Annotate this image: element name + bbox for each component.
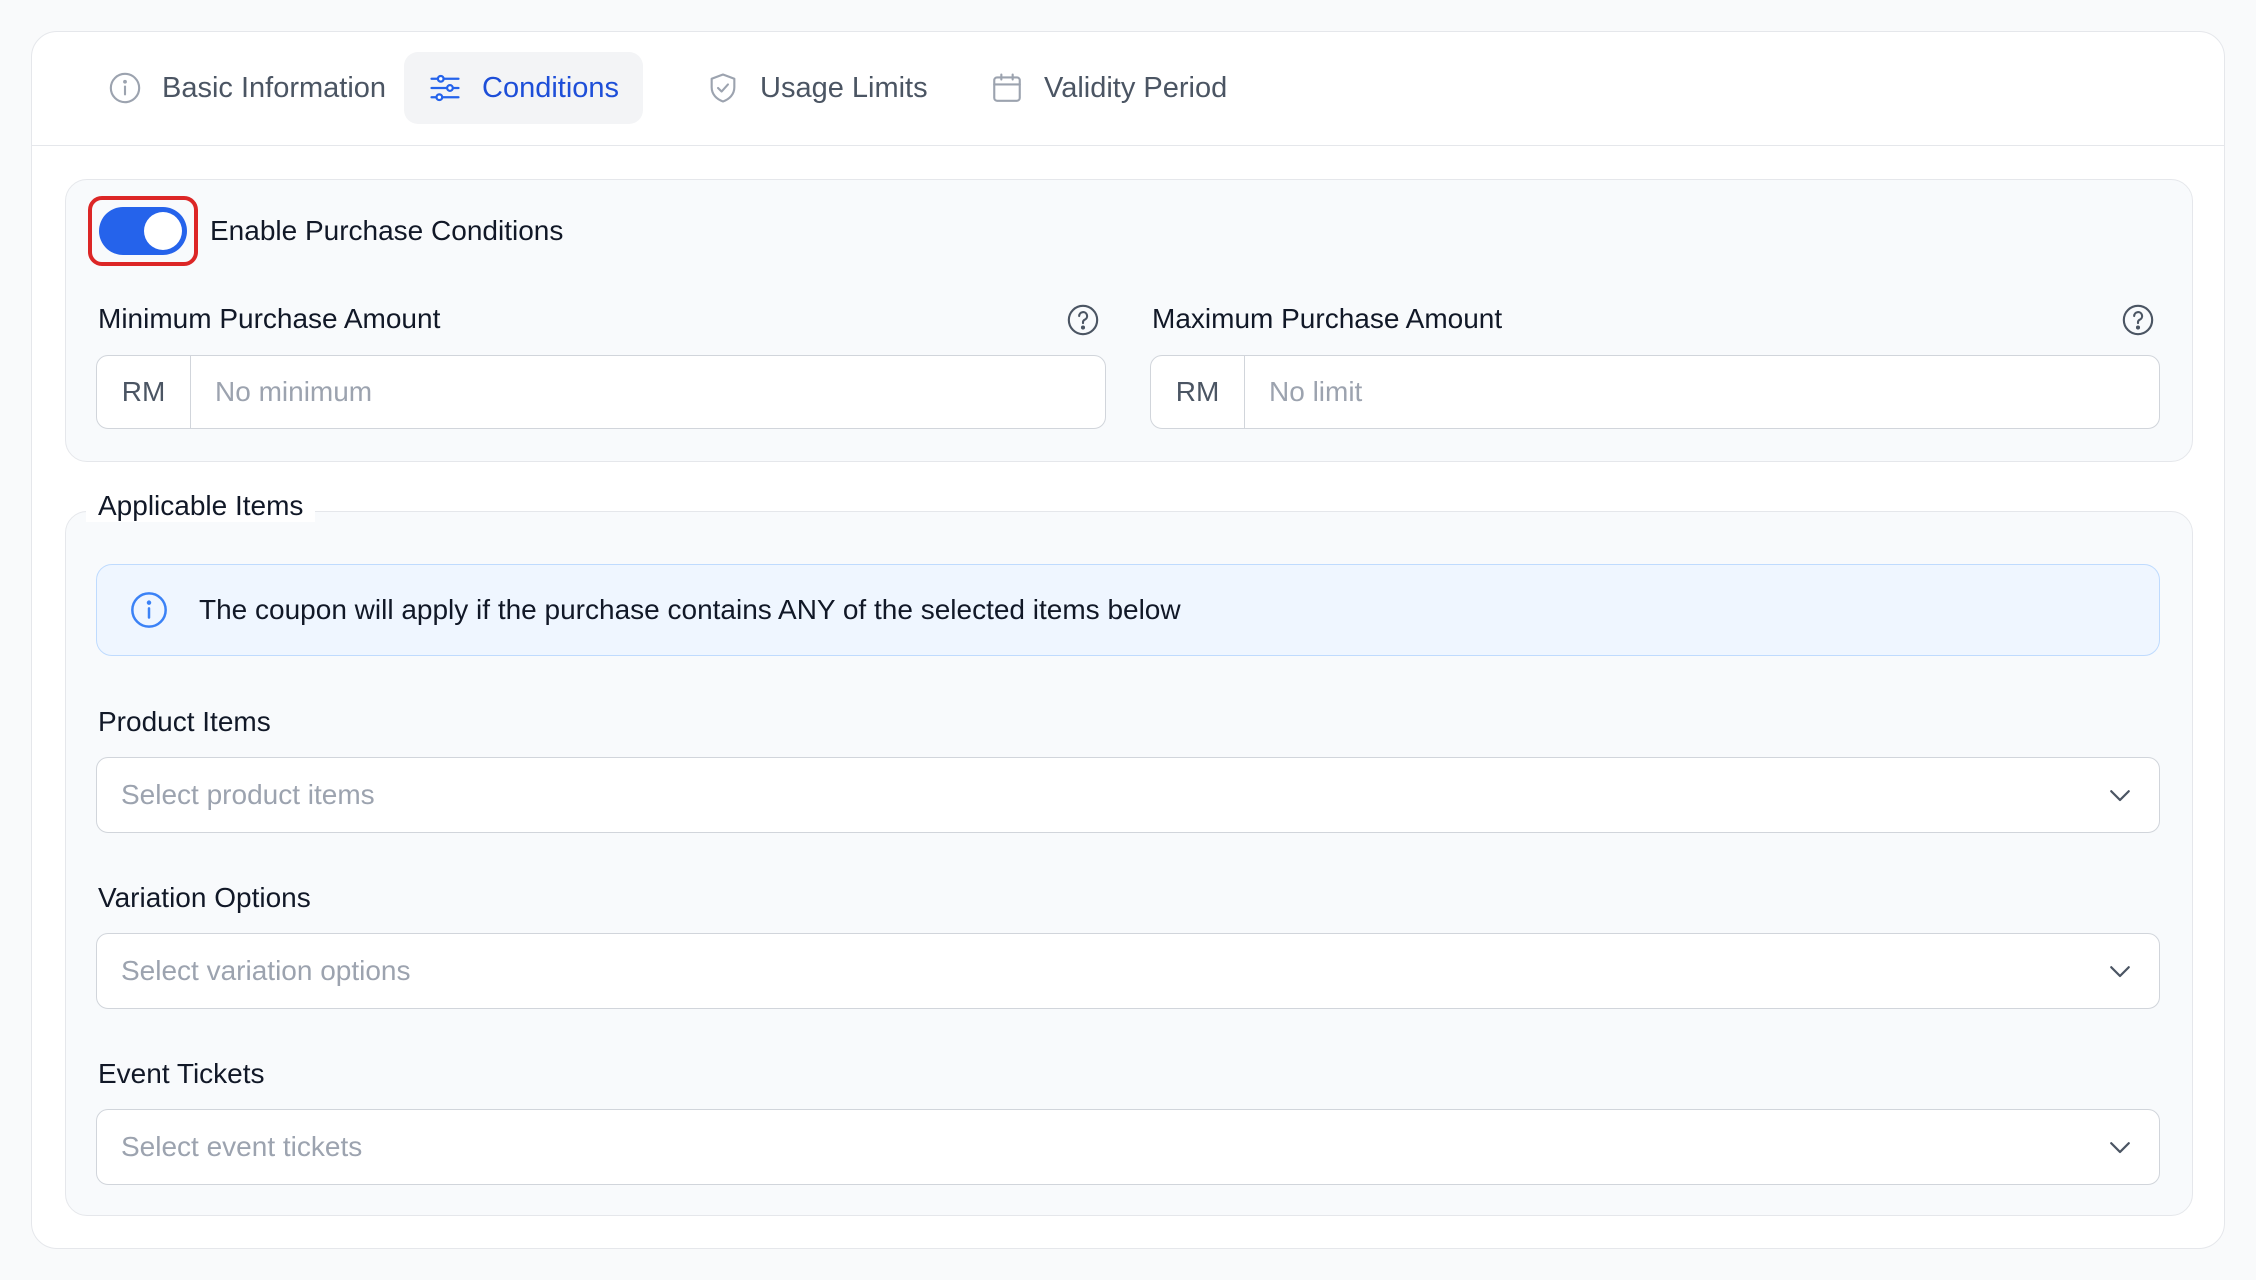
maximum-purchase-amount-label: Maximum Purchase Amount <box>1152 303 1503 334</box>
chevron-down-icon <box>2110 966 2130 978</box>
select-placeholder: Select product items <box>121 779 375 810</box>
event-tickets-select[interactable]: Select event tickets <box>96 1109 2160 1185</box>
toggle-knob <box>144 212 182 250</box>
minimum-purchase-amount-input-group: RM <box>96 355 1106 429</box>
info-circle-icon <box>109 72 141 104</box>
applicable-items-legend: Applicable Items <box>86 490 316 522</box>
product-items-label: Product Items <box>98 706 271 737</box>
tab-label: Validity Period <box>1044 71 1228 104</box>
tab-usage-limits[interactable]: Usage Limits <box>682 52 952 124</box>
chevron-down-icon <box>2110 790 2130 802</box>
event-tickets-label: Event Tickets <box>98 1058 265 1089</box>
maximum-purchase-amount-input-group: RM <box>1150 355 2160 429</box>
product-items-select[interactable]: Select product items <box>96 757 2160 833</box>
applicable-items-info-banner: The coupon will apply if the purchase co… <box>96 564 2160 656</box>
info-banner-text: The coupon will apply if the purchase co… <box>199 594 1181 625</box>
variation-options-select[interactable]: Select variation options <box>96 933 2160 1009</box>
info-circle-icon <box>131 592 167 628</box>
tab-label: Conditions <box>482 71 620 104</box>
help-circle-icon[interactable] <box>2121 303 2155 337</box>
variation-options-label: Variation Options <box>98 882 311 913</box>
minimum-purchase-amount-label: Minimum Purchase Amount <box>98 303 441 334</box>
enable-purchase-conditions-toggle[interactable] <box>99 207 187 255</box>
tab-bar: Basic Information Conditions Usage Limit… <box>32 32 2224 146</box>
currency-prefix: RM <box>1151 356 1245 428</box>
calendar-icon <box>993 73 1021 102</box>
maximum-purchase-amount-input[interactable] <box>1245 356 2159 428</box>
enable-purchase-conditions-label: Enable Purchase Conditions <box>210 215 564 246</box>
help-circle-icon[interactable] <box>1066 303 1100 337</box>
tab-label: Basic Information <box>162 71 387 104</box>
toggle-highlight <box>88 196 198 266</box>
shield-check-icon <box>710 73 736 103</box>
minimum-purchase-amount-input[interactable] <box>191 356 1105 428</box>
select-placeholder: Select variation options <box>121 955 411 986</box>
tab-label: Usage Limits <box>760 71 928 104</box>
tab-conditions[interactable]: Conditions <box>404 52 644 124</box>
tab-validity-period[interactable]: Validity Period <box>966 52 1251 124</box>
tab-basic-information[interactable]: Basic Information <box>84 52 410 124</box>
sliders-icon <box>430 74 460 102</box>
chevron-down-icon <box>2110 1142 2130 1154</box>
currency-prefix: RM <box>97 356 191 428</box>
select-placeholder: Select event tickets <box>121 1131 363 1162</box>
